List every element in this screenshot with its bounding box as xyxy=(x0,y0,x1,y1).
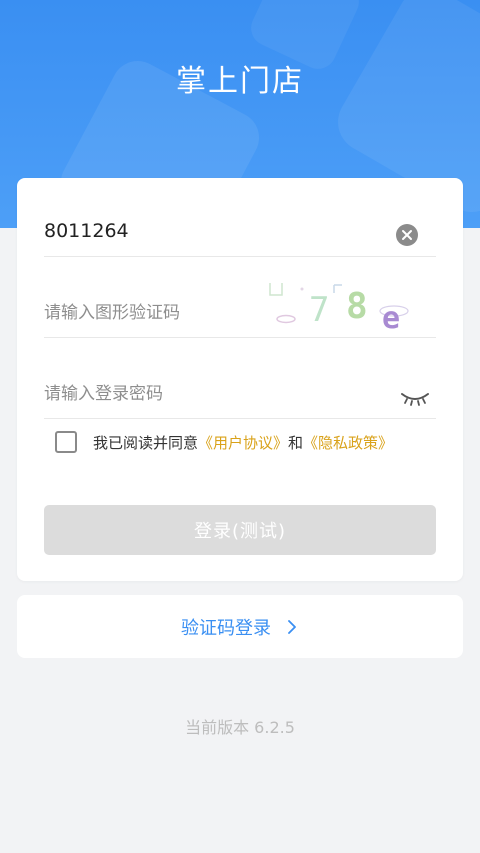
sms-login-label: 验证码登录 xyxy=(181,617,271,639)
agreement-row: 我已阅读并同意《用户协议》和《隐私政策》 xyxy=(55,431,455,459)
password-field xyxy=(44,338,436,419)
clear-icon[interactable] xyxy=(396,224,418,246)
alt-login-card: 验证码登录 xyxy=(17,595,463,658)
agreement-text: 我已阅读并同意《用户协议》和《隐私政策》 xyxy=(93,432,393,453)
account-input[interactable] xyxy=(44,220,374,242)
captcha-text: e xyxy=(382,301,400,331)
account-field xyxy=(44,178,436,257)
agreement-prefix: 我已阅读并同意 xyxy=(93,434,199,452)
agreement-conjunction: 和 xyxy=(288,434,304,452)
agreement-checkbox[interactable] xyxy=(55,431,77,453)
app-title: 掌上门店 xyxy=(176,64,304,99)
version-label: 当前版本 6.2.5 xyxy=(185,718,295,737)
chevron-right-icon xyxy=(288,619,296,634)
user-agreement-link[interactable]: 《用户协议》 xyxy=(198,434,288,452)
captcha-text: 7 xyxy=(309,290,329,330)
captcha-text: 8 xyxy=(346,286,368,327)
eye-closed-icon[interactable] xyxy=(400,388,430,408)
captcha-field: 7 8 e xyxy=(44,257,436,338)
login-card: 7 8 e 我已阅读并同意《用户协议》和《隐私政策》 登录(测试) xyxy=(17,178,463,581)
captcha-input[interactable] xyxy=(44,303,264,323)
login-button[interactable]: 登录(测试) xyxy=(44,505,436,555)
privacy-policy-link[interactable]: 《隐私政策》 xyxy=(303,434,393,452)
captcha-image[interactable]: 7 8 e xyxy=(264,281,414,331)
password-input[interactable] xyxy=(44,384,264,404)
sms-login-link[interactable]: 验证码登录 xyxy=(17,595,463,658)
